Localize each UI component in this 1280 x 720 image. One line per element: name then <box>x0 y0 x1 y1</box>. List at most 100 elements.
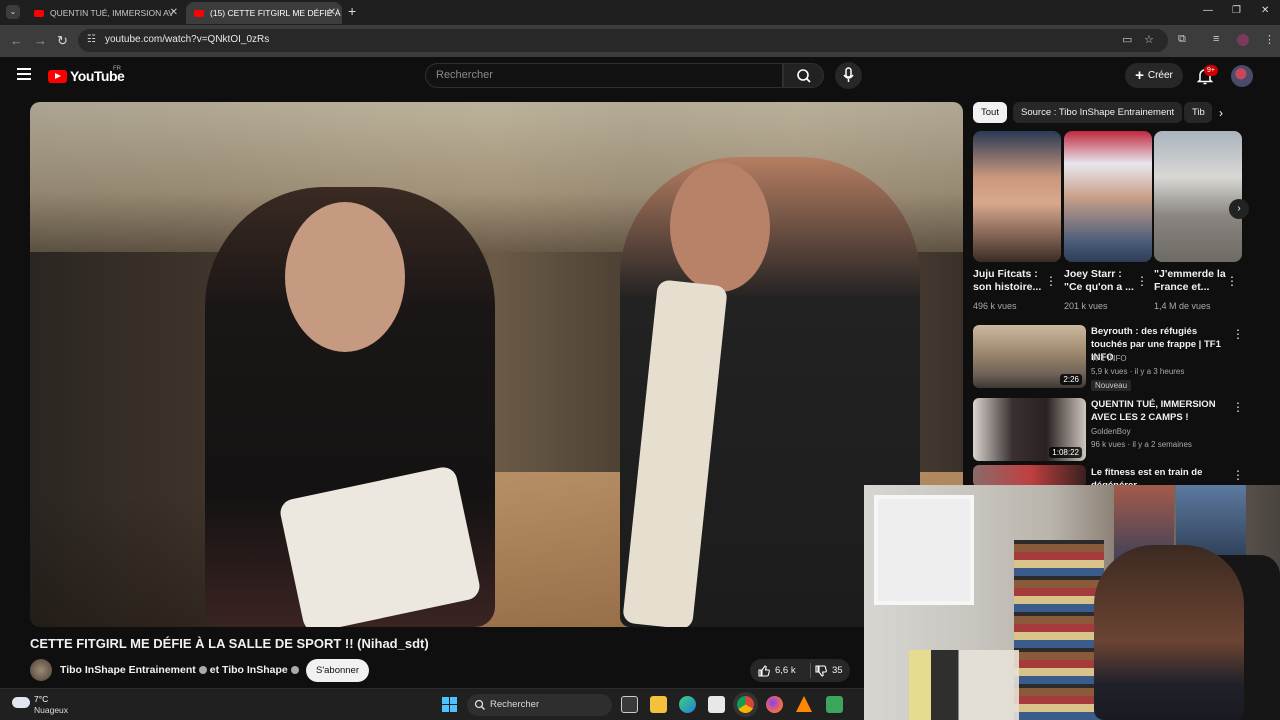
channel-name[interactable]: TF1 INFO <box>1091 354 1127 363</box>
channel-avatar[interactable] <box>30 659 52 681</box>
forward-icon[interactable]: → <box>34 33 47 48</box>
account-avatar[interactable] <box>1231 65 1253 87</box>
webcam-desk-items <box>909 650 1019 720</box>
tab-search-button[interactable]: ⌄ <box>6 5 20 19</box>
channel-name[interactable]: Tibo InShape Entrainement <box>60 664 196 676</box>
microphone-icon <box>843 67 854 82</box>
taskbar-search[interactable]: Rechercher <box>467 694 612 716</box>
video-meta: 96 k vues · il y a 2 semaines <box>1091 440 1192 449</box>
thumbs-down-icon[interactable] <box>814 664 828 678</box>
app-icon[interactable] <box>826 696 843 713</box>
task-view-icon[interactable] <box>621 696 638 713</box>
more-options-icon[interactable]: ⋮ <box>1232 468 1244 482</box>
short-title[interactable]: Joey Starr : "Ce qu'on a ... <box>1064 268 1136 294</box>
channel-names[interactable]: Tibo InShape Entrainement et Tibo InShape <box>60 664 302 676</box>
close-icon[interactable]: ✕ <box>1261 5 1269 16</box>
tab-close-icon[interactable]: ✕ <box>328 7 336 18</box>
site-info-icon[interactable]: ☷ <box>87 34 96 45</box>
divider <box>810 663 811 678</box>
chevron-right-icon[interactable]: › <box>1229 199 1249 219</box>
address-bar[interactable]: ☷ youtube.com/watch?v=QNktOI_0zRs <box>78 29 1168 52</box>
webcam-person <box>1094 545 1244 720</box>
cast-icon[interactable]: ▭ <box>1122 33 1132 46</box>
video-title: CETTE FITGIRL ME DÉFIE À LA SALLE DE SPO… <box>30 636 429 651</box>
create-button[interactable]: + Créer <box>1125 63 1183 88</box>
plus-icon: + <box>1135 66 1144 84</box>
search-button[interactable] <box>783 63 824 88</box>
hamburger-menu-icon[interactable] <box>17 68 31 80</box>
bookmark-star-icon[interactable]: ☆ <box>1144 33 1154 46</box>
back-icon[interactable]: ← <box>10 33 23 48</box>
file-explorer-icon[interactable] <box>650 696 667 713</box>
extensions-icon[interactable]: ⧉ <box>1178 33 1186 46</box>
video-thumbnail[interactable]: 2:26 <box>973 325 1086 388</box>
store-icon[interactable] <box>708 696 725 713</box>
edge-icon[interactable] <box>679 696 696 713</box>
thumbs-up-icon[interactable] <box>757 664 771 678</box>
short-views: 201 k vues <box>1064 301 1108 311</box>
browser-tab-active[interactable]: (15) CETTE FITGIRL ME DÉFIE À ✕ <box>186 2 342 24</box>
chrome-icon[interactable] <box>737 696 754 713</box>
more-options-icon[interactable]: ⋮ <box>1232 327 1244 341</box>
weather-temperature[interactable]: 7°C <box>34 694 48 704</box>
voice-search-button[interactable] <box>835 62 862 89</box>
chrome-menu-icon[interactable]: ⋮ <box>1264 33 1275 46</box>
short-title[interactable]: Juju Fitcats : son histoire... <box>973 268 1045 294</box>
weather-description[interactable]: Nuageux <box>34 705 68 715</box>
short-title[interactable]: "J'emmerde la France et... <box>1154 268 1226 294</box>
taskbar-search-label: Rechercher <box>490 699 540 710</box>
video-title[interactable]: QUENTIN TUÉ, IMMERSION AVEC LES 2 CAMPS … <box>1091 398 1226 424</box>
webcam-window <box>874 495 974 605</box>
cloud-icon[interactable] <box>12 697 30 708</box>
vlc-icon[interactable] <box>796 696 812 712</box>
subscribe-button[interactable]: S'abonner <box>306 659 369 682</box>
video-title[interactable]: Le fitness est en train de dégénérer <box>1091 466 1226 485</box>
firefox-icon[interactable] <box>766 696 783 713</box>
search-input[interactable] <box>436 69 766 81</box>
video-thumbnail[interactable] <box>973 465 1086 487</box>
tab-close-icon[interactable]: ✕ <box>170 7 178 18</box>
like-count[interactable]: 6,6 k <box>775 665 796 676</box>
profile-avatar[interactable] <box>1237 34 1249 46</box>
webcam-bookshelf <box>1014 540 1104 720</box>
chip-source[interactable]: Source : Tibo InShape Entrainement <box>1013 102 1183 123</box>
browser-tab[interactable]: QUENTIN TUÉ, IMMERSION AV ✕ <box>26 2 184 24</box>
tab-title: (15) CETTE FITGIRL ME DÉFIE À <box>210 8 341 18</box>
reload-icon[interactable]: ↻ <box>57 33 68 49</box>
windows-taskbar: 7°C Nuageux Rechercher <box>0 688 864 720</box>
minimize-icon[interactable]: — <box>1203 5 1213 16</box>
create-label: Créer <box>1147 70 1173 81</box>
like-dislike-group: 6,6 k 35 <box>750 659 850 682</box>
video-frame-face <box>285 202 405 352</box>
chevron-right-icon[interactable]: › <box>1219 106 1223 120</box>
short-thumbnail[interactable] <box>1154 131 1242 262</box>
more-options-icon[interactable]: ⋮ <box>1136 274 1148 288</box>
verified-icon <box>198 666 207 675</box>
video-thumbnail[interactable]: 1:08:22 <box>973 398 1086 461</box>
media-controls-icon[interactable]: ≡ <box>1213 33 1219 45</box>
more-options-icon[interactable]: ⋮ <box>1232 400 1244 414</box>
chip-all[interactable]: Tout <box>973 102 1007 123</box>
channel-name[interactable]: GoldenBoy <box>1091 427 1131 436</box>
short-thumbnail[interactable] <box>973 131 1061 262</box>
channel-joiner[interactable]: et Tibo InShape <box>210 664 288 676</box>
new-tab-icon[interactable]: + <box>348 3 356 19</box>
restore-icon[interactable]: ❐ <box>1232 5 1241 16</box>
country-code: FR <box>113 66 121 72</box>
video-player[interactable] <box>30 102 963 627</box>
browser-toolbar: ← → ↻ ☷ youtube.com/watch?v=QNktOI_0zRs … <box>0 25 1280 57</box>
notification-badge: 9+ <box>1204 65 1218 76</box>
short-thumbnail[interactable] <box>1064 131 1152 262</box>
short-views: 1,4 M de vues <box>1154 301 1211 311</box>
search-box[interactable] <box>425 63 783 88</box>
more-options-icon[interactable]: ⋮ <box>1045 274 1057 288</box>
video-frame-face <box>670 162 770 292</box>
video-meta: 5,9 k vues · il y a 3 heures <box>1091 367 1185 376</box>
dislike-count[interactable]: 35 <box>832 665 843 676</box>
tab-title: QUENTIN TUÉ, IMMERSION AV <box>50 8 174 18</box>
windows-start-icon[interactable] <box>442 697 457 712</box>
more-options-icon[interactable]: ⋮ <box>1226 274 1238 288</box>
webcam-overlay <box>864 485 1280 720</box>
chip-tibo[interactable]: Tib <box>1184 102 1212 123</box>
youtube-favicon-icon <box>194 9 204 17</box>
